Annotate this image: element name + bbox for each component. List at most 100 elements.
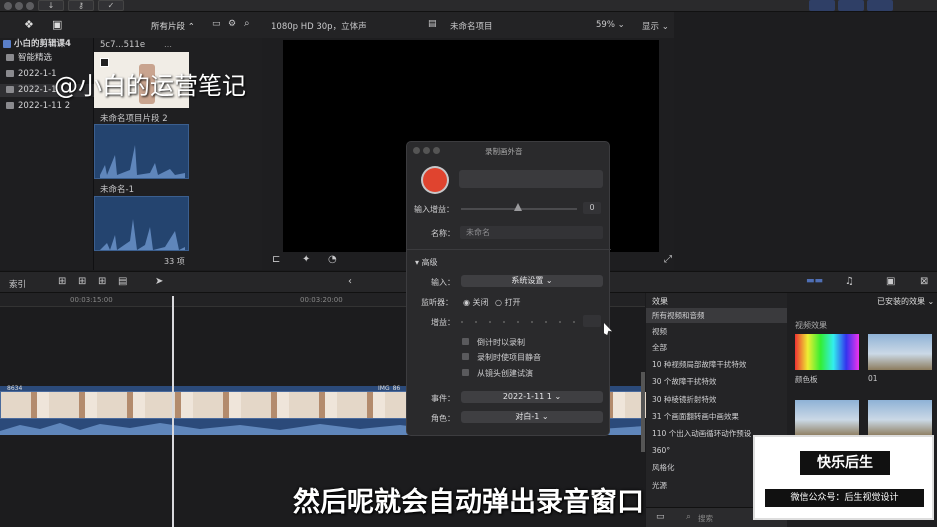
input-gain-value[interactable]: 0 bbox=[583, 202, 601, 214]
connect-icon[interactable]: ⊞ bbox=[58, 276, 66, 287]
takes-label: 从镜头创建试演 bbox=[477, 369, 533, 378]
inspector-area bbox=[674, 12, 937, 270]
headphones-icon[interactable]: ♫ bbox=[845, 276, 854, 287]
keywords-button[interactable]: ⚷ bbox=[68, 0, 94, 11]
takes-checkbox[interactable] bbox=[462, 369, 469, 376]
sidebar-item-smart[interactable]: 智能精选 bbox=[0, 52, 94, 65]
event-icon bbox=[6, 70, 14, 77]
effects-category[interactable]: 30 个故障干扰特效 bbox=[646, 374, 787, 389]
audio-waveform bbox=[100, 145, 185, 178]
photos-audio-icon[interactable]: ▣ bbox=[52, 18, 62, 31]
effects-category[interactable]: 全部 bbox=[646, 340, 787, 355]
browser-toggle-button[interactable] bbox=[809, 0, 835, 11]
event-select[interactable]: 2022-1-11 1 ⌄ bbox=[461, 391, 603, 403]
window-minimize-button[interactable] bbox=[15, 2, 23, 10]
clip-filter-select[interactable]: 所有片段 ⌃ bbox=[151, 20, 195, 32]
input-select[interactable]: 系统设置 ⌄ bbox=[461, 275, 603, 287]
effect-thumb[interactable] bbox=[795, 400, 859, 436]
effects-browser-icon[interactable]: ▣ bbox=[886, 276, 895, 287]
libraries-icon[interactable]: ❖ bbox=[24, 18, 34, 31]
effect-thumb[interactable] bbox=[868, 400, 932, 436]
record-button[interactable] bbox=[421, 166, 449, 194]
record-icon bbox=[423, 168, 447, 192]
index-button[interactable]: 索引 bbox=[9, 278, 26, 290]
chevron-updown-icon: ⌄ bbox=[545, 276, 553, 285]
audio-clip-thumb[interactable] bbox=[94, 196, 189, 251]
effect-thumb-color-board[interactable] bbox=[795, 334, 859, 370]
import-button[interactable]: ↓ bbox=[38, 0, 64, 11]
effects-header: 效果 bbox=[652, 297, 668, 306]
brand-title: 快乐后生 bbox=[800, 451, 890, 475]
effects-category[interactable]: 10 种视频局部故障干扰特效 bbox=[646, 357, 787, 372]
clip-name: 未命名-1 bbox=[100, 185, 134, 195]
speed-icon[interactable]: ◔ bbox=[328, 254, 337, 265]
name-field[interactable]: 未命名 bbox=[460, 226, 603, 239]
effects-category[interactable]: 31 个画面翻转画中画效果 bbox=[646, 409, 787, 424]
countdown-checkbox[interactable] bbox=[462, 338, 469, 345]
select-tool-icon[interactable]: ➤ bbox=[155, 276, 163, 287]
gain-label: 增益： bbox=[431, 318, 455, 327]
timeline-toggle-button[interactable] bbox=[838, 0, 864, 11]
monitor-label: 监听器： bbox=[421, 298, 453, 307]
dialog-minimize-button[interactable] bbox=[423, 147, 430, 154]
audio-level-meter bbox=[459, 170, 603, 188]
clip-count: 33 项 bbox=[164, 257, 185, 266]
advanced-toggle[interactable]: ▾ 高级 bbox=[415, 257, 438, 268]
effect-label: 01 bbox=[868, 374, 878, 383]
effects-category[interactable]: 30 种棱镜折射特效 bbox=[646, 392, 787, 407]
filmstrip-icon[interactable]: ▭ bbox=[212, 19, 221, 29]
sidebar-item-event[interactable]: 2022-1-11 2 bbox=[0, 100, 94, 113]
transform-icon[interactable]: ⊏ bbox=[272, 254, 280, 265]
brand-subtitle: 微信公众号：后生视觉设计 bbox=[765, 489, 924, 507]
monitor-off-radio[interactable]: ◉ 关闭 bbox=[463, 297, 489, 308]
brand-overlay: 快乐后生 微信公众号：后生视觉设计 bbox=[753, 435, 934, 520]
chevron-down-icon: ▾ bbox=[415, 258, 420, 267]
audio-skim-icon[interactable]: ▬▬ bbox=[806, 276, 823, 286]
background-tasks-button[interactable]: ✓ bbox=[98, 0, 124, 11]
inspector-toggle-button[interactable] bbox=[867, 0, 893, 11]
transitions-icon[interactable]: ⊠ bbox=[920, 276, 928, 287]
dialog-close-button[interactable] bbox=[413, 147, 420, 154]
window-zoom-button[interactable] bbox=[26, 2, 34, 10]
window-close-button[interactable] bbox=[4, 2, 12, 10]
arrow-down-icon: ↓ bbox=[47, 1, 55, 10]
display-menu[interactable]: 显示 ⌄ bbox=[642, 20, 669, 32]
effects-category[interactable]: 视频 bbox=[646, 324, 787, 339]
scrollbar[interactable] bbox=[641, 372, 645, 452]
dialog-zoom-button[interactable] bbox=[433, 147, 440, 154]
effects-section-title: 视频效果 bbox=[795, 321, 827, 330]
dialog-title: 录制画外音 bbox=[485, 147, 523, 156]
input-gain-label: 输入增益： bbox=[414, 205, 454, 214]
effects-category[interactable]: 所有视频和音频 bbox=[646, 308, 787, 323]
fullscreen-icon[interactable]: ⤢ bbox=[664, 254, 672, 265]
search-icon[interactable]: ⌕ bbox=[244, 18, 250, 29]
ruler-tick: 00:03:15:00 bbox=[70, 296, 113, 304]
record-voiceover-dialog: 录制画外音 输入增益： 0 名称： 未命名 ▾ 高级 输入： 系统设置 ⌄ 监听… bbox=[406, 141, 611, 436]
effect-thumb[interactable] bbox=[868, 334, 932, 370]
append-icon[interactable]: ⊞ bbox=[98, 276, 106, 287]
enhance-icon[interactable]: ✦ bbox=[302, 254, 310, 265]
gain-value[interactable] bbox=[583, 315, 601, 327]
divider bbox=[407, 249, 611, 250]
name-label: 名称： bbox=[431, 229, 455, 238]
zoom-select[interactable]: 59% ⌄ bbox=[596, 20, 625, 30]
clapper-icon: ▤ bbox=[428, 19, 437, 29]
audio-clip-thumb[interactable] bbox=[94, 124, 189, 179]
library-title[interactable]: 小白的剪辑课4 bbox=[0, 38, 94, 51]
folder-icon bbox=[6, 54, 14, 61]
slider-thumb[interactable] bbox=[514, 203, 522, 211]
monitor-on-radio[interactable]: ○ 打开 bbox=[495, 297, 521, 308]
role-select[interactable]: 对白-1 ⌄ bbox=[461, 411, 603, 423]
watermark-text: @小白的运营笔记 bbox=[54, 72, 246, 100]
more-icon: … bbox=[164, 40, 172, 49]
project-name: 未命名项目 bbox=[450, 22, 493, 32]
chevron-left-icon[interactable]: ‹ bbox=[348, 276, 352, 287]
key-icon: ⚷ bbox=[78, 1, 84, 10]
input-label: 输入： bbox=[431, 278, 455, 287]
overwrite-icon[interactable]: ▤ bbox=[118, 276, 127, 287]
settings-icon[interactable]: ⚙ bbox=[228, 19, 236, 29]
gain-slider[interactable] bbox=[461, 321, 577, 323]
mute-checkbox[interactable] bbox=[462, 353, 469, 360]
insert-icon[interactable]: ⊞ bbox=[78, 276, 86, 287]
event-icon bbox=[6, 86, 14, 93]
